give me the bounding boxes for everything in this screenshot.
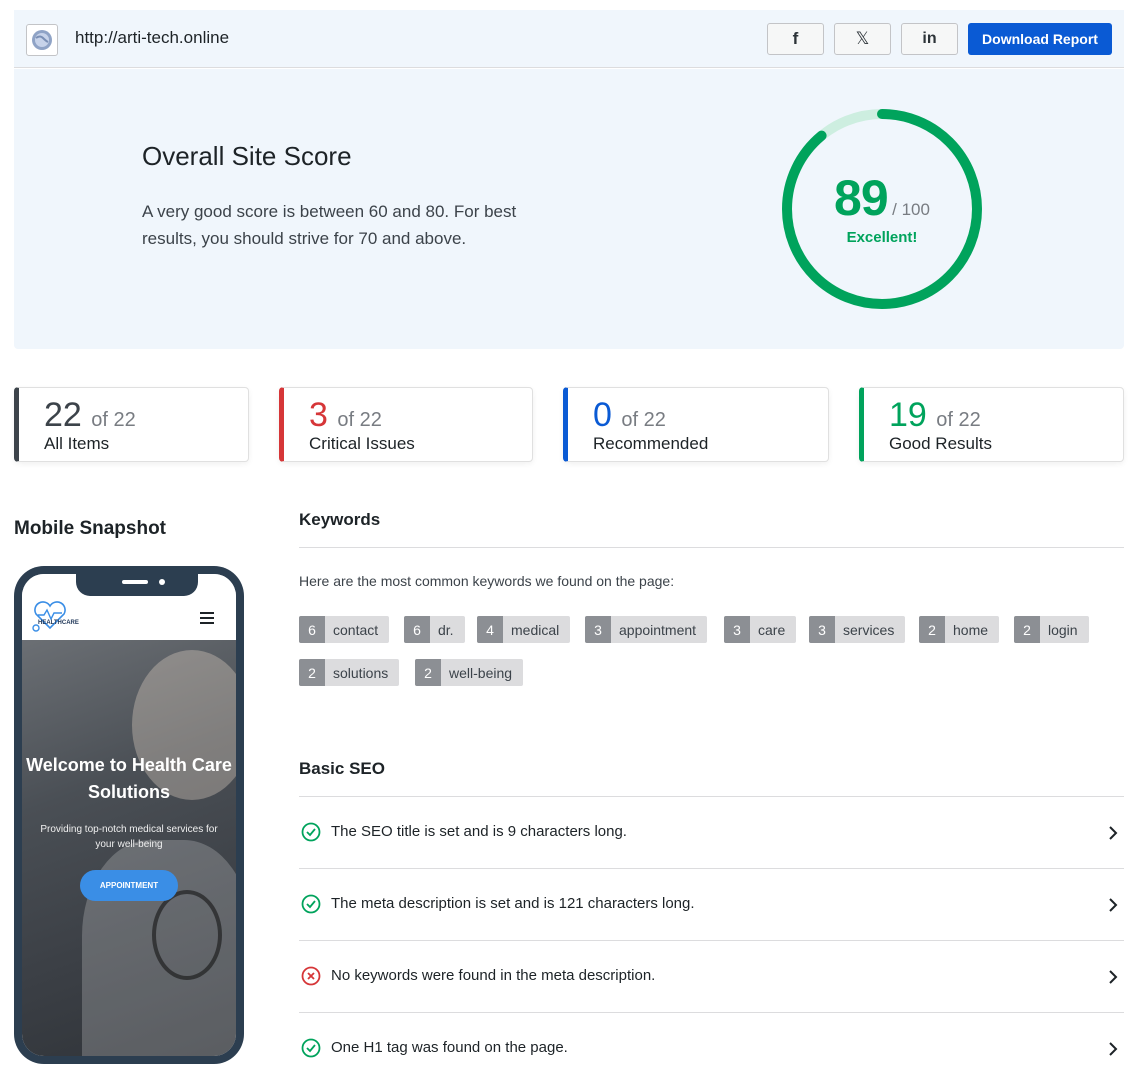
snapshot-logo-text: HEALTHCARE [38, 620, 79, 626]
keyword-chip: 3 care [724, 616, 797, 643]
seo-check-row[interactable]: No keywords were found in the meta descr… [299, 941, 1124, 1013]
stat-count: 0 of 22 [593, 396, 666, 434]
stat-count: 19 of 22 [889, 396, 981, 434]
keywords-heading: Keywords [299, 510, 381, 529]
report-header: http://arti-tech.online f 𝕏 in Download … [14, 10, 1124, 68]
seo-check-row[interactable]: The meta description is set and is 121 c… [299, 869, 1124, 941]
snapshot-appointment-button: APPOINTMENT [80, 870, 178, 901]
seo-check-text: The SEO title is set and is 9 characters… [331, 823, 627, 840]
stat-card-all-items[interactable]: 22 of 22 All Items [14, 387, 249, 462]
check-circle-icon [301, 1038, 321, 1058]
chevron-right-icon [1109, 826, 1118, 840]
keyword-chip: 2 home [919, 616, 1000, 643]
stat-label: Good Results [889, 434, 992, 453]
basic-seo-heading: Basic SEO [299, 759, 385, 778]
linkedin-share-button[interactable]: in [901, 23, 958, 55]
score-value: 89 [834, 170, 889, 226]
stat-count: 22 of 22 [44, 396, 136, 434]
keyword-chip: 2 login [1014, 616, 1089, 643]
keywords-intro: Here are the most common keywords we fou… [299, 573, 675, 589]
score-description: A very good score is between 60 and 80. … [142, 202, 517, 248]
seo-check-row[interactable]: The SEO title is set and is 9 characters… [299, 797, 1124, 869]
stat-count: 3 of 22 [309, 396, 382, 434]
keyword-chip: 6 contact [299, 616, 390, 643]
stat-label: Recommended [593, 434, 709, 453]
keyword-chip: 2 well-being [415, 659, 524, 686]
score-title: Overall Site Score [142, 141, 352, 171]
phone-notch [76, 574, 198, 596]
chevron-right-icon [1109, 898, 1118, 912]
score-number: 89 / 100 [780, 169, 984, 227]
score-gauge: 89 / 100 Excellent! [780, 107, 984, 311]
keywords-divider [299, 547, 1124, 548]
stat-card-good-results[interactable]: 19 of 22 Good Results [859, 387, 1124, 462]
globe-icon [26, 24, 58, 56]
facebook-icon: f [792, 29, 799, 48]
keyword-chip: 4 medical [477, 616, 571, 643]
keyword-chip: 3 services [809, 616, 906, 643]
snapshot-hero-subtitle: Providing top-notch medical services for… [40, 824, 218, 850]
seo-check-text: No keywords were found in the meta descr… [331, 967, 656, 984]
seo-check-row[interactable]: One H1 tag was found on the page. [299, 1013, 1124, 1080]
stat-label: All Items [44, 434, 110, 453]
score-max: / 100 [892, 200, 930, 219]
mobile-snapshot-phone: HEALTHCARE Welcome to Health Care Soluti… [14, 566, 244, 1064]
check-circle-icon [301, 822, 321, 842]
x-circle-icon [301, 966, 321, 986]
mobile-snapshot-heading: Mobile Snapshot [14, 518, 166, 539]
chevron-right-icon [1109, 970, 1118, 984]
stat-card-recommended[interactable]: 0 of 22 Recommended [563, 387, 829, 462]
keyword-chip: 3 appointment [585, 616, 708, 643]
facebook-share-button[interactable]: f [767, 23, 824, 55]
x-share-button[interactable]: 𝕏 [834, 23, 891, 55]
seo-check-text: The meta description is set and is 121 c… [331, 895, 695, 912]
site-url: http://arti-tech.online [75, 28, 230, 47]
keyword-chip: 6 dr. [404, 616, 465, 643]
score-panel: Overall Site Score A very good score is … [14, 69, 1124, 349]
keyword-chip: 2 solutions [299, 659, 400, 686]
x-icon: 𝕏 [855, 29, 870, 48]
check-circle-icon [301, 894, 321, 914]
stat-card-critical-issues[interactable]: 3 of 22 Critical Issues [279, 387, 533, 462]
snapshot-hero: Welcome to Health Care Solutions Providi… [22, 640, 236, 1056]
chevron-right-icon [1109, 1042, 1118, 1056]
download-report-button[interactable]: Download Report [968, 23, 1112, 55]
hamburger-menu-icon [200, 612, 214, 627]
score-verdict: Excellent! [846, 229, 918, 246]
stat-label: Critical Issues [309, 434, 415, 453]
heart-logo-icon [32, 601, 66, 632]
linkedin-icon: in [922, 30, 937, 47]
snapshot-hero-title: Welcome to Health Care Solutions [26, 755, 232, 802]
seo-check-text: One H1 tag was found on the page. [331, 1039, 568, 1056]
mobile-snapshot-screen: HEALTHCARE Welcome to Health Care Soluti… [22, 574, 236, 1056]
